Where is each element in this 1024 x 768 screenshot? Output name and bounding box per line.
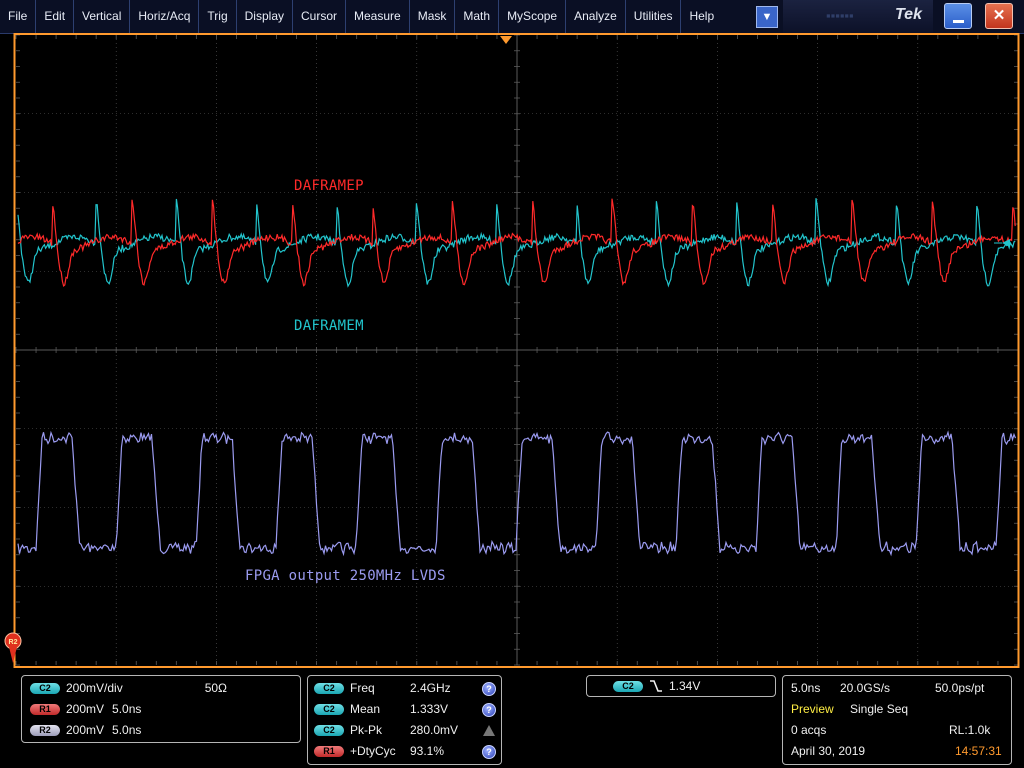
chevron-down-icon: ▼	[761, 11, 773, 23]
c2-impedance: 50Ω	[204, 681, 228, 695]
measurement-source-badge: C2	[314, 682, 344, 694]
measurement-source-badge: R1	[314, 745, 344, 757]
waveform-display[interactable]: R2 DAFRAMEP DAFRAMEM FPGA output 250MHz …	[0, 33, 1024, 668]
menu-analyze[interactable]: Analyze	[566, 0, 626, 33]
r2-scale: 200mV	[66, 723, 105, 737]
acquisition-status: Preview	[791, 702, 834, 716]
ground-marker-r2: R2	[4, 632, 22, 663]
minimize-icon	[953, 20, 964, 23]
c2-readout[interactable]: C2 200mV/div 50Ω	[30, 680, 227, 696]
measurement-value: 2.4GHz	[410, 681, 451, 695]
measurement-row[interactable]: C2 Pk-Pk 280.0mV	[314, 722, 458, 738]
r2-readout[interactable]: R2 200mV 5.0ns	[30, 722, 141, 738]
clock-time: 14:57:31	[955, 744, 1002, 758]
falling-edge-icon	[650, 680, 662, 692]
info-icon[interactable]: ?	[482, 682, 496, 696]
trigger-source-badge: C2	[613, 680, 643, 692]
r1-scale: 200mV	[66, 702, 105, 716]
menu-myscope[interactable]: MyScope	[499, 0, 567, 33]
tek-logo: Tek	[895, 6, 922, 23]
measurement-name: +DtyCyc	[350, 744, 396, 758]
r1-trace-label: DAFRAMEP	[294, 178, 364, 194]
menu-trig[interactable]: Trig	[199, 0, 237, 33]
menu-edit[interactable]: Edit	[36, 0, 75, 33]
menu-items: File Edit Vertical Horiz/Acq Trig Displa…	[0, 0, 722, 33]
acquisition-mode: Single Seq	[850, 702, 909, 716]
measurement-name: Freq	[350, 681, 375, 695]
trigger-readout[interactable]: C2 1.34V	[613, 678, 700, 694]
menu-display[interactable]: Display	[237, 0, 293, 33]
r1-readout[interactable]: R1 200mV 5.0ns	[30, 701, 141, 717]
brand-watermark: ▪▪▪▪▪▪	[826, 8, 854, 23]
r2-trace-label: FPGA output 250MHz LVDS	[245, 568, 446, 584]
timebase: 5.0ns	[791, 681, 821, 695]
record-length: RL:1.0k	[949, 723, 991, 737]
readout-bar: C2 200mV/div 50Ω R1 200mV 5.0ns R2 200mV…	[0, 668, 1024, 768]
menu-horiz-acq[interactable]: Horiz/Acq	[130, 0, 200, 33]
menu-cursor[interactable]: Cursor	[293, 0, 347, 33]
grid-lines	[15, 34, 1019, 666]
measurement-name: Pk-Pk	[350, 723, 383, 737]
info-icon[interactable]: ?	[482, 745, 496, 759]
measurement-name: Mean	[350, 702, 381, 716]
r2-badge: R2	[30, 724, 60, 736]
c2-badge: C2	[30, 682, 60, 694]
menu-bar: File Edit Vertical Horiz/Acq Trig Displa…	[0, 0, 1024, 34]
warning-icon[interactable]	[483, 725, 495, 736]
close-icon: ✕	[992, 7, 1006, 24]
trigger-level: 1.34V	[669, 679, 701, 693]
r1-badge: R1	[30, 703, 60, 715]
measurement-panel[interactable]: C2 Freq 2.4GHz ? C2 Mean 1.333V ? C2 Pk-…	[307, 675, 502, 765]
trigger-panel[interactable]: C2 1.34V	[586, 675, 776, 697]
measurement-value: 1.333V	[410, 702, 449, 716]
measurement-value: 280.0mV	[410, 723, 459, 737]
acquisition-panel[interactable]: 5.0ns 20.0GS/s 50.0ps/pt Preview Single …	[782, 675, 1012, 765]
info-icon[interactable]: ?	[482, 703, 496, 717]
measurement-row[interactable]: C2 Mean 1.333V	[314, 701, 448, 717]
r1-time: 5.0ns	[112, 702, 142, 716]
acquisition-count: 0 acqs	[791, 723, 827, 737]
close-button[interactable]: ✕	[985, 3, 1013, 29]
c2-scale: 200mV/div	[66, 681, 123, 695]
menu-file[interactable]: File	[0, 0, 37, 33]
menu-utilities[interactable]: Utilities	[626, 0, 682, 33]
menu-math[interactable]: Math	[455, 0, 500, 33]
measurement-source-badge: C2	[314, 703, 344, 715]
trigger-position-marker	[500, 36, 512, 44]
svg-text:R2: R2	[9, 639, 18, 646]
menu-dropdown-button[interactable]: ▼	[756, 6, 778, 28]
menu-help[interactable]: Help	[681, 0, 722, 33]
r2-time: 5.0ns	[112, 723, 142, 737]
minimize-button[interactable]	[944, 3, 972, 29]
measurement-row[interactable]: R1 +DtyCyc 93.1%	[314, 743, 444, 759]
menu-measure[interactable]: Measure	[346, 0, 410, 33]
menu-mask[interactable]: Mask	[410, 0, 456, 33]
c2-trace-label: DAFRAMEM	[294, 318, 364, 334]
channel-panel[interactable]: C2 200mV/div 50Ω R1 200mV 5.0ns R2 200mV…	[21, 675, 301, 743]
graticule: R2	[4, 33, 1020, 668]
menu-vertical[interactable]: Vertical	[74, 0, 131, 33]
measurement-source-badge: C2	[314, 724, 344, 736]
measurement-row[interactable]: C2 Freq 2.4GHz	[314, 680, 451, 696]
sample-rate: 20.0GS/s	[840, 681, 891, 695]
resolution: 50.0ps/pt	[935, 681, 985, 695]
date: April 30, 2019	[791, 744, 866, 758]
measurement-value: 93.1%	[410, 744, 445, 758]
